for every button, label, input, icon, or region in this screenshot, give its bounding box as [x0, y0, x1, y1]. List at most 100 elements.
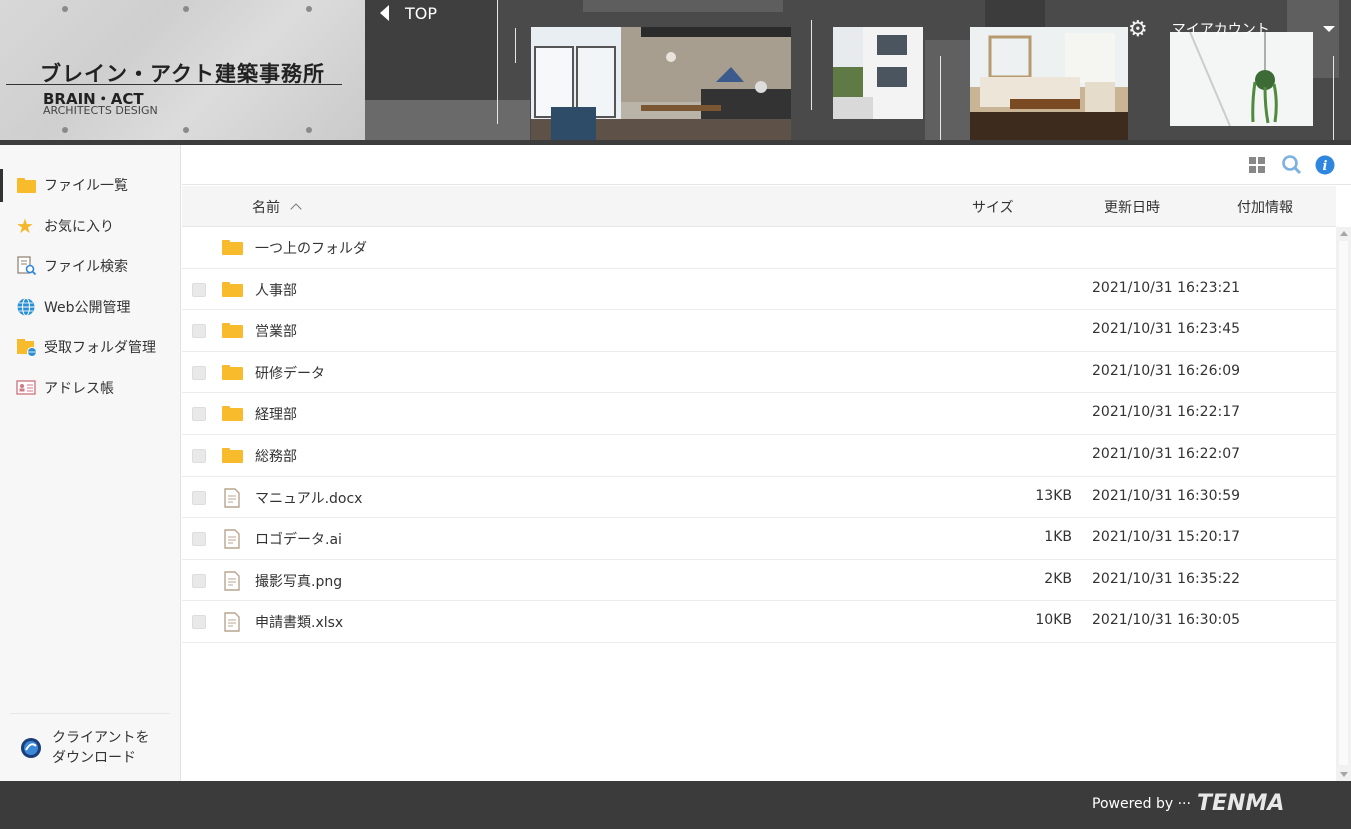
scroll-thumb[interactable] [1339, 241, 1348, 765]
vertical-scrollbar[interactable] [1336, 227, 1351, 781]
sidebar-item-favorites[interactable]: ★ お気に入り [0, 206, 181, 247]
site-header: ブレイン・アクト建築事務所 BRAIN・ACT ARCHITECTS DESIG… [0, 0, 1351, 145]
client-download-line2: ダウンロード [52, 749, 136, 766]
document-icon [222, 487, 244, 508]
star-icon: ★ [16, 213, 34, 238]
row-checkbox[interactable] [192, 282, 206, 297]
client-download-line1: クライアントを [52, 729, 150, 746]
parent-folder-row[interactable]: 一つ上のフォルダ [182, 227, 1336, 269]
grid-view-icon[interactable] [1248, 155, 1268, 175]
column-header-extra[interactable]: 付加情報 [1237, 197, 1293, 217]
file-modified-date: 2021/10/31 16:23:21 [1092, 279, 1241, 296]
folder-icon [222, 321, 244, 341]
file-modified-date: 2021/10/31 16:22:17 [1092, 404, 1241, 421]
document-icon [222, 571, 244, 591]
file-name: ロゴデータ.ai [255, 532, 342, 549]
folder-icon [222, 446, 244, 466]
scroll-up-arrow-icon[interactable] [1340, 231, 1348, 236]
globe-icon [16, 297, 38, 317]
file-name: 営業部 [255, 324, 297, 341]
interior-photo-2 [970, 27, 1128, 140]
sidebar-item-receive-folder[interactable]: 受取フォルダ管理 [0, 327, 181, 368]
column-header-name[interactable]: 名前 [252, 197, 302, 217]
table-row[interactable]: ロゴデータ.ai 1KB 2021/10/31 15:20:17 [182, 518, 1336, 560]
brand-divider [6, 84, 342, 85]
sidebar-item-address-book[interactable]: アドレス帳 [0, 368, 181, 409]
sidebar-item-label: Web公開管理 [44, 299, 131, 316]
sort-ascending-icon [290, 203, 302, 215]
column-name-label: 名前 [252, 200, 280, 216]
table-row[interactable]: 営業部 2021/10/31 16:23:45 [182, 310, 1336, 352]
table-row[interactable]: 研修データ 2021/10/31 16:26:09 [182, 352, 1336, 394]
document-icon [222, 529, 244, 549]
footer: Powered by ··· TENMA [0, 781, 1351, 829]
file-modified-date: 2021/10/31 15:20:17 [1092, 529, 1241, 546]
folder-icon [222, 363, 244, 383]
my-account-label: マイアカウント [1171, 22, 1270, 38]
row-checkbox[interactable] [192, 532, 206, 547]
folder-icon [222, 280, 244, 300]
receive-folder-icon [16, 337, 38, 358]
table-row[interactable]: 撮影写真.png 2KB 2021/10/31 16:35:22 [182, 560, 1336, 602]
gear-icon: ⚙ [1128, 16, 1148, 42]
folder-icon [222, 404, 244, 424]
table-row[interactable]: マニュアル.docx 13KB 2021/10/31 16:30:59 [182, 477, 1336, 519]
sidebar-item-file-list[interactable]: ファイル一覧 [0, 165, 181, 206]
table-row[interactable]: 経理部 2021/10/31 16:22:17 [182, 393, 1336, 435]
column-header-size[interactable]: サイズ [972, 197, 1014, 217]
sidebar-item-label: お気に入り [44, 218, 114, 235]
row-checkbox[interactable] [192, 407, 206, 422]
file-modified-date: 2021/10/31 16:30:59 [1092, 487, 1241, 504]
file-table-header: 名前 サイズ 更新日時 付加情報 [182, 186, 1336, 227]
file-list-panel: i 名前 サイズ 更新日時 付加情報 一つ上のフォルダ 人事部 2021/10/3… [182, 145, 1351, 781]
table-row[interactable]: 申請書類.xlsx 10KB 2021/10/31 16:30:05 [182, 601, 1336, 643]
search-icon[interactable] [1281, 155, 1302, 175]
file-name: 申請書類.xlsx [255, 615, 344, 632]
file-modified-date: 2021/10/31 16:22:07 [1092, 445, 1241, 462]
folder-icon [16, 175, 38, 195]
sidebar-item-label: ファイル検索 [44, 259, 128, 276]
top-label: TOP [405, 3, 438, 23]
row-checkbox[interactable] [192, 573, 206, 588]
chevron-down-icon[interactable] [1323, 26, 1335, 32]
file-table-body: 一つ上のフォルダ 人事部 2021/10/31 16:23:21 営業部 2021/1… [182, 227, 1336, 643]
sidebar-item-web-publish[interactable]: Web公開管理 [0, 287, 181, 328]
file-modified-date: 2021/10/31 16:23:45 [1092, 321, 1241, 338]
row-checkbox[interactable] [192, 365, 206, 380]
file-modified-date: 2021/10/31 16:30:05 [1092, 612, 1241, 629]
row-checkbox[interactable] [192, 490, 206, 505]
sidebar-item-label: ファイル一覧 [44, 178, 128, 195]
my-account-menu[interactable]: ⚙ マイアカウント [1128, 16, 1270, 42]
brand-banner: ブレイン・アクト建築事務所 BRAIN・ACT ARCHITECTS DESIG… [0, 0, 365, 140]
document-icon [222, 612, 244, 633]
sidebar-item-label: 受取フォルダ管理 [44, 340, 156, 357]
info-icon[interactable]: i [1315, 155, 1335, 175]
table-row[interactable]: 人事部 2021/10/31 16:23:21 [182, 269, 1336, 311]
tenma-logo: TENMA [1197, 791, 1285, 816]
top-link[interactable]: TOP [380, 0, 437, 26]
file-modified-date: 2021/10/31 16:26:09 [1092, 362, 1241, 379]
sidebar-item-label: アドレス帳 [44, 380, 114, 397]
file-name: 総務部 [255, 448, 297, 465]
column-header-modified[interactable]: 更新日時 [1104, 197, 1160, 217]
row-checkbox[interactable] [192, 615, 206, 630]
folder-icon [222, 238, 244, 258]
row-checkbox[interactable] [192, 324, 206, 339]
exterior-photo [833, 27, 923, 119]
brand-subtitle: ARCHITECTS DESIGN [43, 104, 158, 117]
row-checkbox[interactable] [192, 448, 206, 463]
sidebar-item-file-search[interactable]: ファイル検索 [0, 246, 181, 287]
plant-photo [1170, 32, 1313, 126]
file-search-icon [16, 256, 38, 276]
interior-photo-1 [531, 27, 791, 140]
table-row[interactable]: 総務部 2021/10/31 16:22:07 [182, 435, 1336, 477]
file-name: 研修データ [255, 365, 325, 382]
scroll-down-arrow-icon[interactable] [1340, 772, 1348, 777]
file-name: 撮影写真.png [255, 573, 343, 590]
client-download-link[interactable]: クライアントを ダウンロード [10, 713, 170, 781]
sidebar: ファイル一覧 ★ お気に入り ファイル検索 Web公開管理 受取フォルダ管理 ア… [0, 145, 181, 781]
file-size: 13KB [1035, 487, 1072, 504]
back-arrow-icon [380, 5, 389, 21]
file-name: 人事部 [255, 282, 297, 299]
client-app-icon [20, 737, 42, 759]
